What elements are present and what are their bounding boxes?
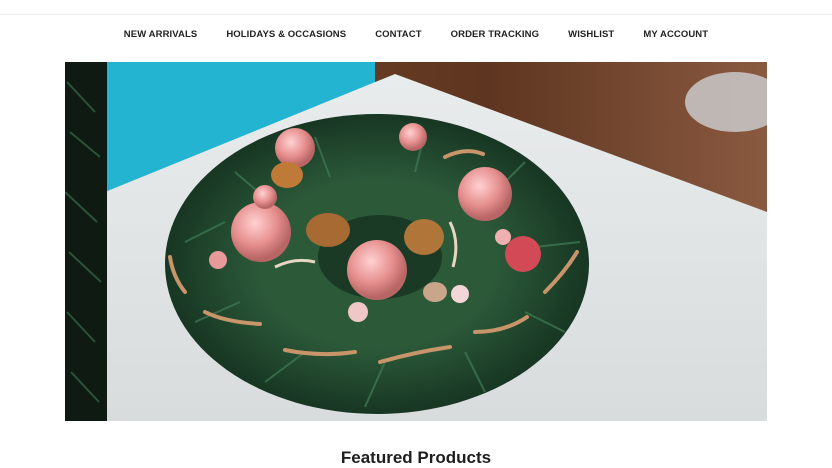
nav-item-wishlist[interactable]: WISHLIST	[568, 28, 614, 42]
hero-wreath-image	[65, 62, 767, 421]
main-navigation: NEW ARRIVALS HOLIDAYS & OCCASIONS CONTAC…	[0, 28, 832, 42]
nav-item-contact[interactable]: CONTACT	[375, 28, 421, 42]
hero-banner[interactable]	[65, 62, 767, 421]
header-divider	[0, 14, 832, 15]
nav-item-holidays-occasions[interactable]: HOLIDAYS & OCCASIONS	[226, 28, 346, 42]
nav-item-new-arrivals[interactable]: NEW ARRIVALS	[124, 28, 198, 42]
nav-item-order-tracking[interactable]: ORDER TRACKING	[451, 28, 539, 42]
featured-products-heading: Featured Products	[340, 448, 492, 467]
nav-item-my-account[interactable]: MY ACCOUNT	[643, 28, 708, 42]
